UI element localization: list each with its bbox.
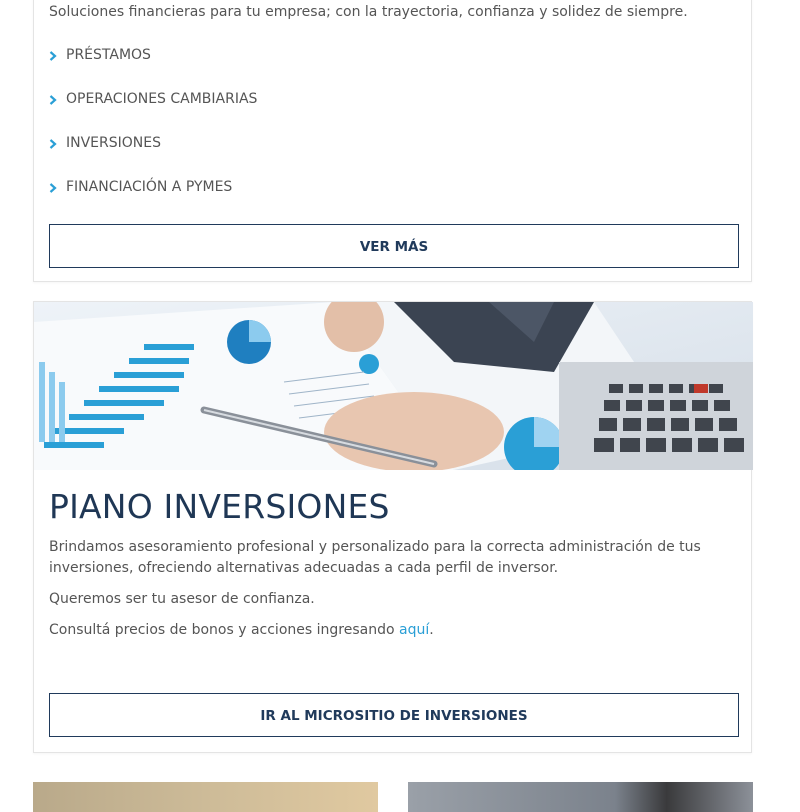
inversiones-description: Brindamos asesoramiento profesional y pe… (49, 539, 701, 576)
chevron-right-icon (49, 95, 58, 105)
service-item-financiacion-pymes[interactable]: FINANCIACIÓN A PYMES (49, 179, 257, 223)
chevron-right-icon (49, 139, 58, 149)
service-item-inversiones[interactable]: INVERSIONES (49, 135, 257, 179)
bottom-card-image-right (408, 782, 753, 812)
bottom-card-image-left (33, 782, 378, 812)
hero-image-financial-charts (34, 302, 753, 470)
service-item-prestamos[interactable]: PRÉSTAMOS (49, 47, 257, 91)
service-item-operaciones-cambiarias[interactable]: OPERACIONES CAMBIARIAS (49, 91, 257, 135)
section-title: PIANO INVERSIONES (49, 487, 390, 526)
prices-text: Consultá precios de bonos y acciones ing… (49, 620, 729, 641)
prices-text-prefix: Consultá precios de bonos y acciones ing… (49, 622, 399, 638)
aqui-link[interactable]: aquí (399, 622, 429, 638)
micrositio-inversiones-button[interactable]: IR AL MICROSITIO DE INVERSIONES (49, 693, 739, 737)
service-item-label: FINANCIACIÓN A PYMES (66, 179, 233, 195)
chevron-right-icon (49, 183, 58, 193)
prices-text-suffix: . (429, 622, 434, 638)
financial-charts-illustration (34, 302, 753, 470)
services-intro: Soluciones financieras para tu empresa; … (49, 4, 688, 20)
inversiones-card: PIANO INVERSIONES Brindamos asesoramient… (33, 301, 753, 753)
service-item-label: OPERACIONES CAMBIARIAS (66, 91, 258, 107)
services-list: PRÉSTAMOS OPERACIONES CAMBIARIAS INVERSI… (49, 47, 257, 223)
service-item-label: PRÉSTAMOS (66, 47, 151, 63)
service-item-label: INVERSIONES (66, 135, 161, 151)
services-card: Soluciones financieras para tu empresa; … (33, 0, 752, 282)
chevron-right-icon (49, 51, 58, 61)
ver-mas-button[interactable]: VER MÁS (49, 224, 739, 268)
trust-text: Queremos ser tu asesor de confianza. (49, 591, 315, 607)
